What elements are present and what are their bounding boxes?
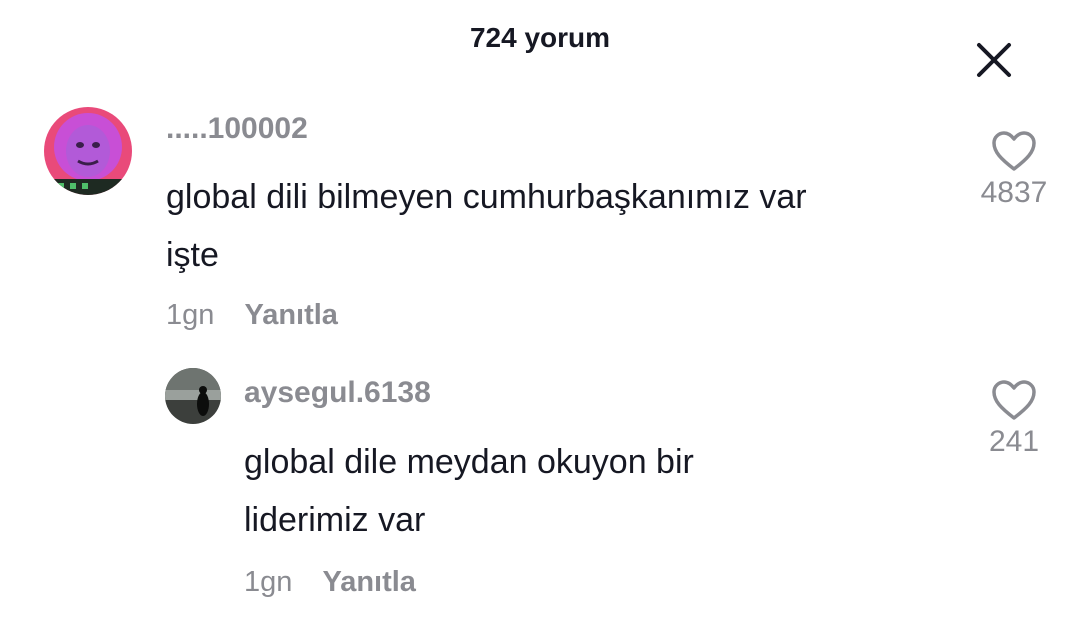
comment-meta: 1gn Yanıtla: [244, 566, 416, 599]
heart-icon: [992, 131, 1036, 171]
comment-text-line: global dili bilmeyen cumhurbaşkanımız va…: [166, 178, 807, 216]
comment-text-line: liderimiz var: [244, 501, 426, 539]
reply-button[interactable]: Yanıtla: [244, 299, 338, 331]
comment-time: 1gn: [244, 566, 293, 598]
comment-meta: 1gn Yanıtla: [166, 299, 338, 332]
heart-icon: [992, 380, 1036, 420]
avatar[interactable]: [44, 107, 132, 195]
comment-text-line: işte: [166, 236, 219, 274]
like-button[interactable]: 4837: [969, 130, 1059, 210]
avatar[interactable]: [165, 368, 221, 424]
close-button[interactable]: [970, 36, 1018, 84]
close-icon: [977, 43, 1011, 77]
comment-count-title: 724 yorum: [469, 22, 611, 53]
like-count: 241: [988, 425, 1040, 458]
comment-text-line: global dile meydan okuyon bir: [244, 443, 694, 481]
comment-username[interactable]: .....100002: [166, 112, 308, 146]
comment-username[interactable]: aysegul.6138: [244, 376, 431, 410]
comment-time: 1gn: [166, 299, 215, 331]
reply-button[interactable]: Yanıtla: [322, 566, 416, 598]
like-button[interactable]: 241: [969, 379, 1059, 459]
like-count: 4837: [980, 176, 1048, 209]
